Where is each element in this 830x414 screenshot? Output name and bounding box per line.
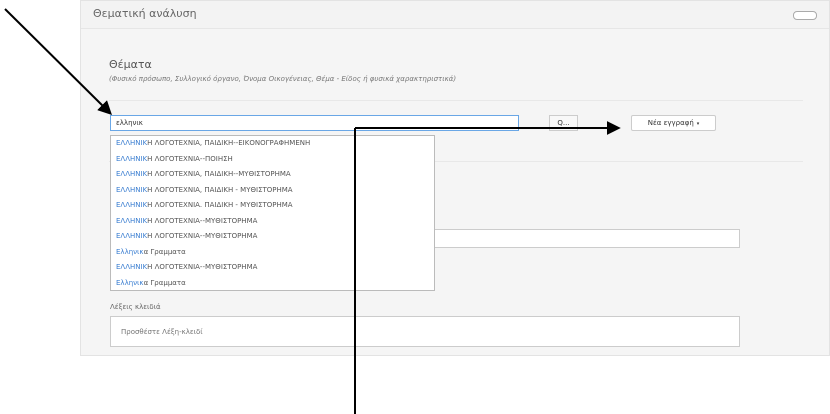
annotation-arrows [4,8,621,414]
annotation-arrow-to-search [4,8,112,115]
